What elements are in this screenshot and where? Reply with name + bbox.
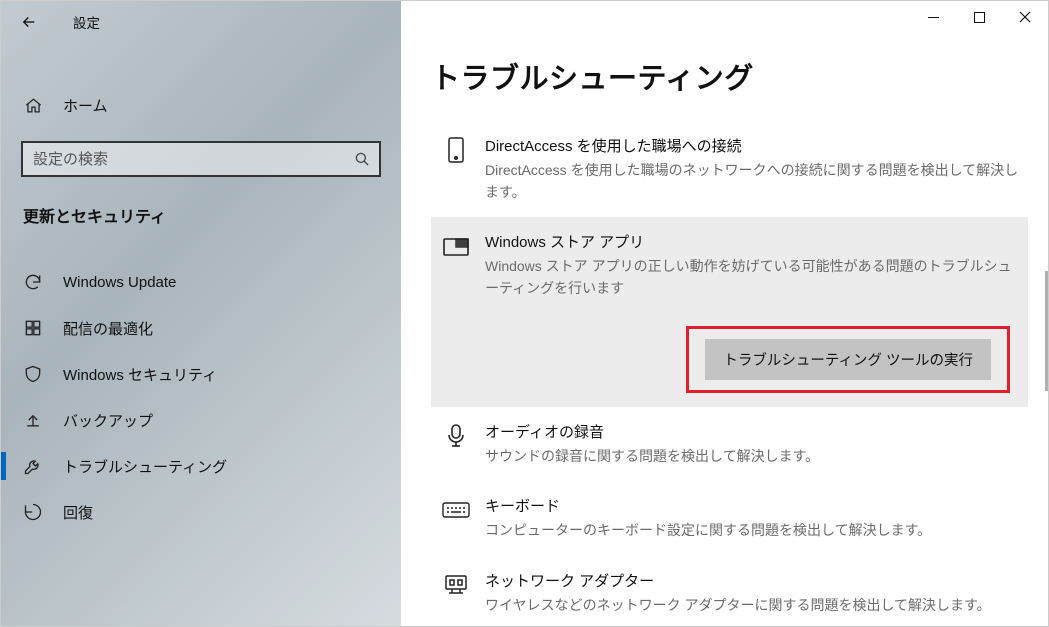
phone-icon bbox=[441, 135, 471, 165]
sidebar-item-delivery-optimization[interactable]: 配信の最適化 bbox=[1, 305, 401, 351]
troubleshooter-text: オーディオの録音 サウンドの録音に関する問題を検出して解決します。 bbox=[485, 421, 1020, 468]
section-header: 更新とセキュリティ bbox=[1, 177, 401, 237]
keyboard-icon bbox=[441, 495, 471, 525]
sidebar-item-label: Windows セキュリティ bbox=[63, 364, 217, 385]
troubleshoot-icon bbox=[23, 456, 43, 476]
sidebar-item-backup[interactable]: バックアップ bbox=[1, 397, 401, 443]
troubleshooter-row: Windows ストア アプリ Windows ストア アプリの正しい動作を妨げ… bbox=[441, 231, 1020, 299]
scrollbar-thumb[interactable] bbox=[1045, 271, 1048, 391]
titlebar: 設定 bbox=[1, 1, 401, 43]
sidebar-item-recovery[interactable]: 回復 bbox=[1, 489, 401, 535]
troubleshooter-keyboard[interactable]: キーボード コンピューターのキーボード設定に関する問題を検出して解決します。 bbox=[431, 481, 1028, 556]
scrollbar-track[interactable] bbox=[1044, 41, 1048, 620]
search-box[interactable] bbox=[21, 141, 381, 177]
troubleshooter-title: Windows ストア アプリ bbox=[485, 231, 1020, 252]
sidebar-item-windows-update[interactable]: Windows Update bbox=[1, 259, 401, 305]
troubleshooter-title: オーディオの録音 bbox=[485, 421, 1020, 442]
maximize-icon bbox=[974, 12, 985, 23]
close-button[interactable] bbox=[1002, 1, 1048, 33]
troubleshooter-desc: サウンドの録音に関する問題を検出して解決します。 bbox=[485, 446, 1020, 468]
sidebar-item-label: 配信の最適化 bbox=[63, 318, 153, 339]
mic-icon bbox=[441, 421, 471, 451]
store-icon bbox=[441, 231, 471, 261]
app-title: 設定 bbox=[73, 12, 100, 32]
search-input[interactable] bbox=[33, 151, 353, 168]
troubleshooter-desc: Windows ストア アプリの正しい動作を妨げている可能性がある問題のトラブル… bbox=[485, 256, 1020, 299]
sync-icon bbox=[23, 272, 43, 292]
settings-window: 設定 ホーム 更新とセキュリティ bbox=[0, 0, 1049, 627]
window-controls bbox=[910, 1, 1048, 33]
sidebar: 設定 ホーム 更新とセキュリティ bbox=[1, 1, 401, 626]
sidebar-item-label: Windows Update bbox=[63, 274, 176, 291]
delivery-icon bbox=[23, 318, 43, 338]
content-area: トラブルシューティング DirectAccess を使用した職場への接続 Dir… bbox=[401, 1, 1048, 626]
sidebar-item-label: 回復 bbox=[63, 502, 93, 523]
page-title: トラブルシューティング bbox=[431, 55, 1028, 97]
troubleshooter-network-adapter[interactable]: ネットワーク アダプター ワイヤレスなどのネットワーク アダプターに関する問題を… bbox=[431, 556, 1028, 626]
sidebar-item-label: バックアップ bbox=[63, 410, 153, 431]
close-icon bbox=[1019, 11, 1031, 23]
troubleshooter-audio-recording[interactable]: オーディオの録音 サウンドの録音に関する問題を検出して解決します。 bbox=[431, 407, 1028, 482]
sidebar-item-home[interactable]: ホーム bbox=[1, 83, 401, 127]
troubleshooter-directaccess[interactable]: DirectAccess を使用した職場への接続 DirectAccess を使… bbox=[431, 121, 1028, 217]
troubleshooter-text: キーボード コンピューターのキーボード設定に関する問題を検出して解決します。 bbox=[485, 495, 1020, 542]
troubleshooter-text: DirectAccess を使用した職場への接続 DirectAccess を使… bbox=[485, 135, 1020, 203]
troubleshooter-title: ネットワーク アダプター bbox=[485, 570, 1020, 591]
sidebar-item-windows-security[interactable]: Windows セキュリティ bbox=[1, 351, 401, 397]
troubleshooter-desc: DirectAccess を使用した職場のネットワークへの接続に関する問題を検出… bbox=[485, 160, 1020, 203]
troubleshooter-text: ネットワーク アダプター ワイヤレスなどのネットワーク アダプターに関する問題を… bbox=[485, 570, 1020, 617]
troubleshooter-title: キーボード bbox=[485, 495, 1020, 516]
troubleshooter-store-apps[interactable]: Windows ストア アプリ Windows ストア アプリの正しい動作を妨げ… bbox=[431, 217, 1028, 406]
troubleshooter-text: Windows ストア アプリ Windows ストア アプリの正しい動作を妨げ… bbox=[485, 231, 1020, 299]
shield-icon bbox=[23, 364, 43, 384]
home-label: ホーム bbox=[63, 95, 108, 116]
search-container bbox=[21, 141, 381, 177]
network-adapter-icon bbox=[441, 570, 471, 600]
sidebar-item-label: トラブルシューティング bbox=[63, 456, 227, 477]
run-troubleshooter-button[interactable]: トラブルシューティング ツールの実行 bbox=[705, 339, 991, 380]
troubleshooter-desc: コンピューターのキーボード設定に関する問題を検出して解決します。 bbox=[485, 520, 1020, 542]
minimize-button[interactable] bbox=[910, 1, 956, 33]
back-button[interactable] bbox=[9, 2, 49, 42]
main-content: トラブルシューティング DirectAccess を使用した職場への接続 Dir… bbox=[401, 1, 1048, 626]
recovery-icon bbox=[23, 502, 43, 522]
home-icon bbox=[23, 95, 43, 115]
arrow-left-icon bbox=[20, 13, 38, 31]
minimize-icon bbox=[928, 12, 939, 23]
backup-icon bbox=[23, 410, 43, 430]
search-icon bbox=[353, 150, 371, 168]
sidebar-nav: Windows Update 配信の最適化 Windows セキュリティ bbox=[1, 259, 401, 535]
sidebar-item-troubleshoot[interactable]: トラブルシューティング bbox=[1, 443, 401, 489]
troubleshooter-title: DirectAccess を使用した職場への接続 bbox=[485, 135, 1020, 156]
run-troubleshooter-highlight: トラブルシューティング ツールの実行 bbox=[686, 326, 1010, 393]
maximize-button[interactable] bbox=[956, 1, 1002, 33]
troubleshooter-desc: ワイヤレスなどのネットワーク アダプターに関する問題を検出して解決します。 bbox=[485, 595, 1020, 617]
